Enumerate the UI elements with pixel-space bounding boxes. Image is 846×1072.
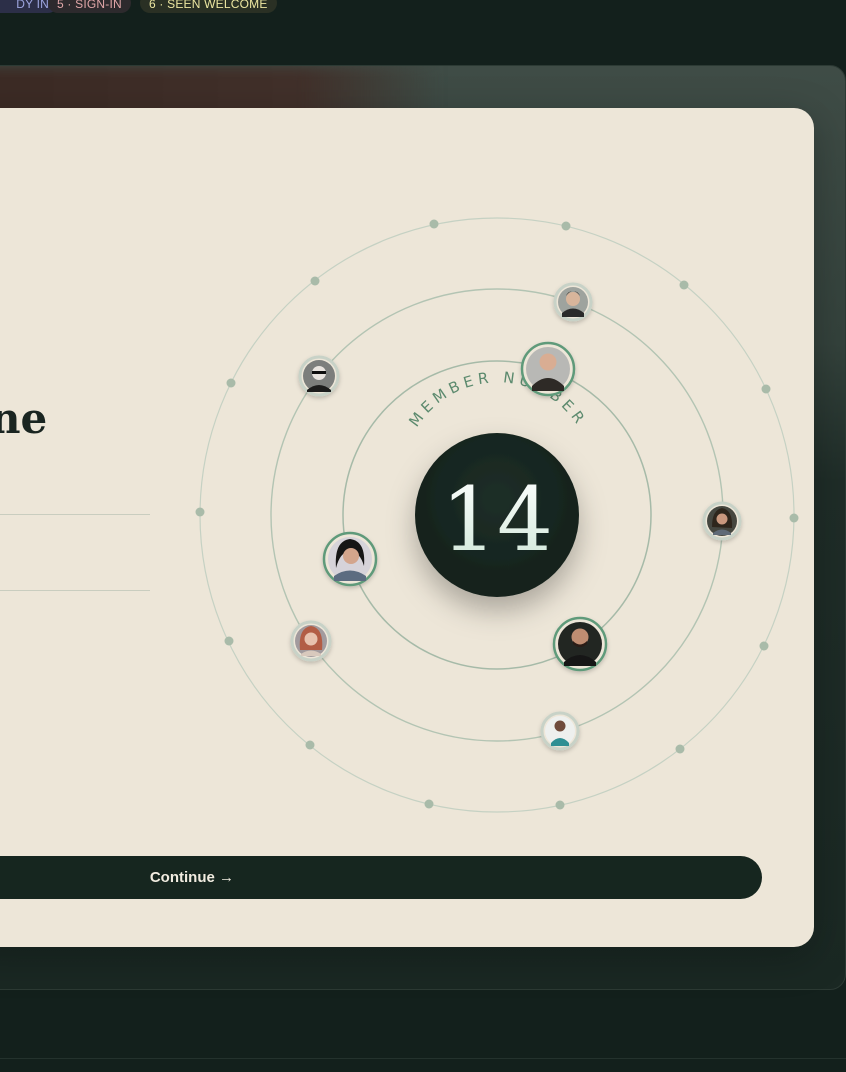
- avatar-woman-dark-hair[interactable]: [702, 501, 742, 541]
- avatar-woman-smiling[interactable]: [322, 531, 378, 587]
- footer-divider: [0, 1058, 846, 1059]
- avatar-curly-hair-man[interactable]: [553, 282, 593, 322]
- avatar-woman-redhead[interactable]: [290, 620, 332, 662]
- member-number: 14: [441, 468, 553, 571]
- continue-button[interactable]: Continue →: [0, 856, 762, 899]
- avatar-man-teal-shirt[interactable]: [540, 711, 580, 751]
- avatar-bald-man[interactable]: [520, 341, 576, 397]
- member-orbit: 14 MEMBER NUMBER: [195, 217, 799, 813]
- avatar-glasses-man[interactable]: [298, 355, 340, 397]
- avatar-man-beard[interactable]: [552, 616, 608, 672]
- continue-button-label: Continue →: [149, 869, 234, 886]
